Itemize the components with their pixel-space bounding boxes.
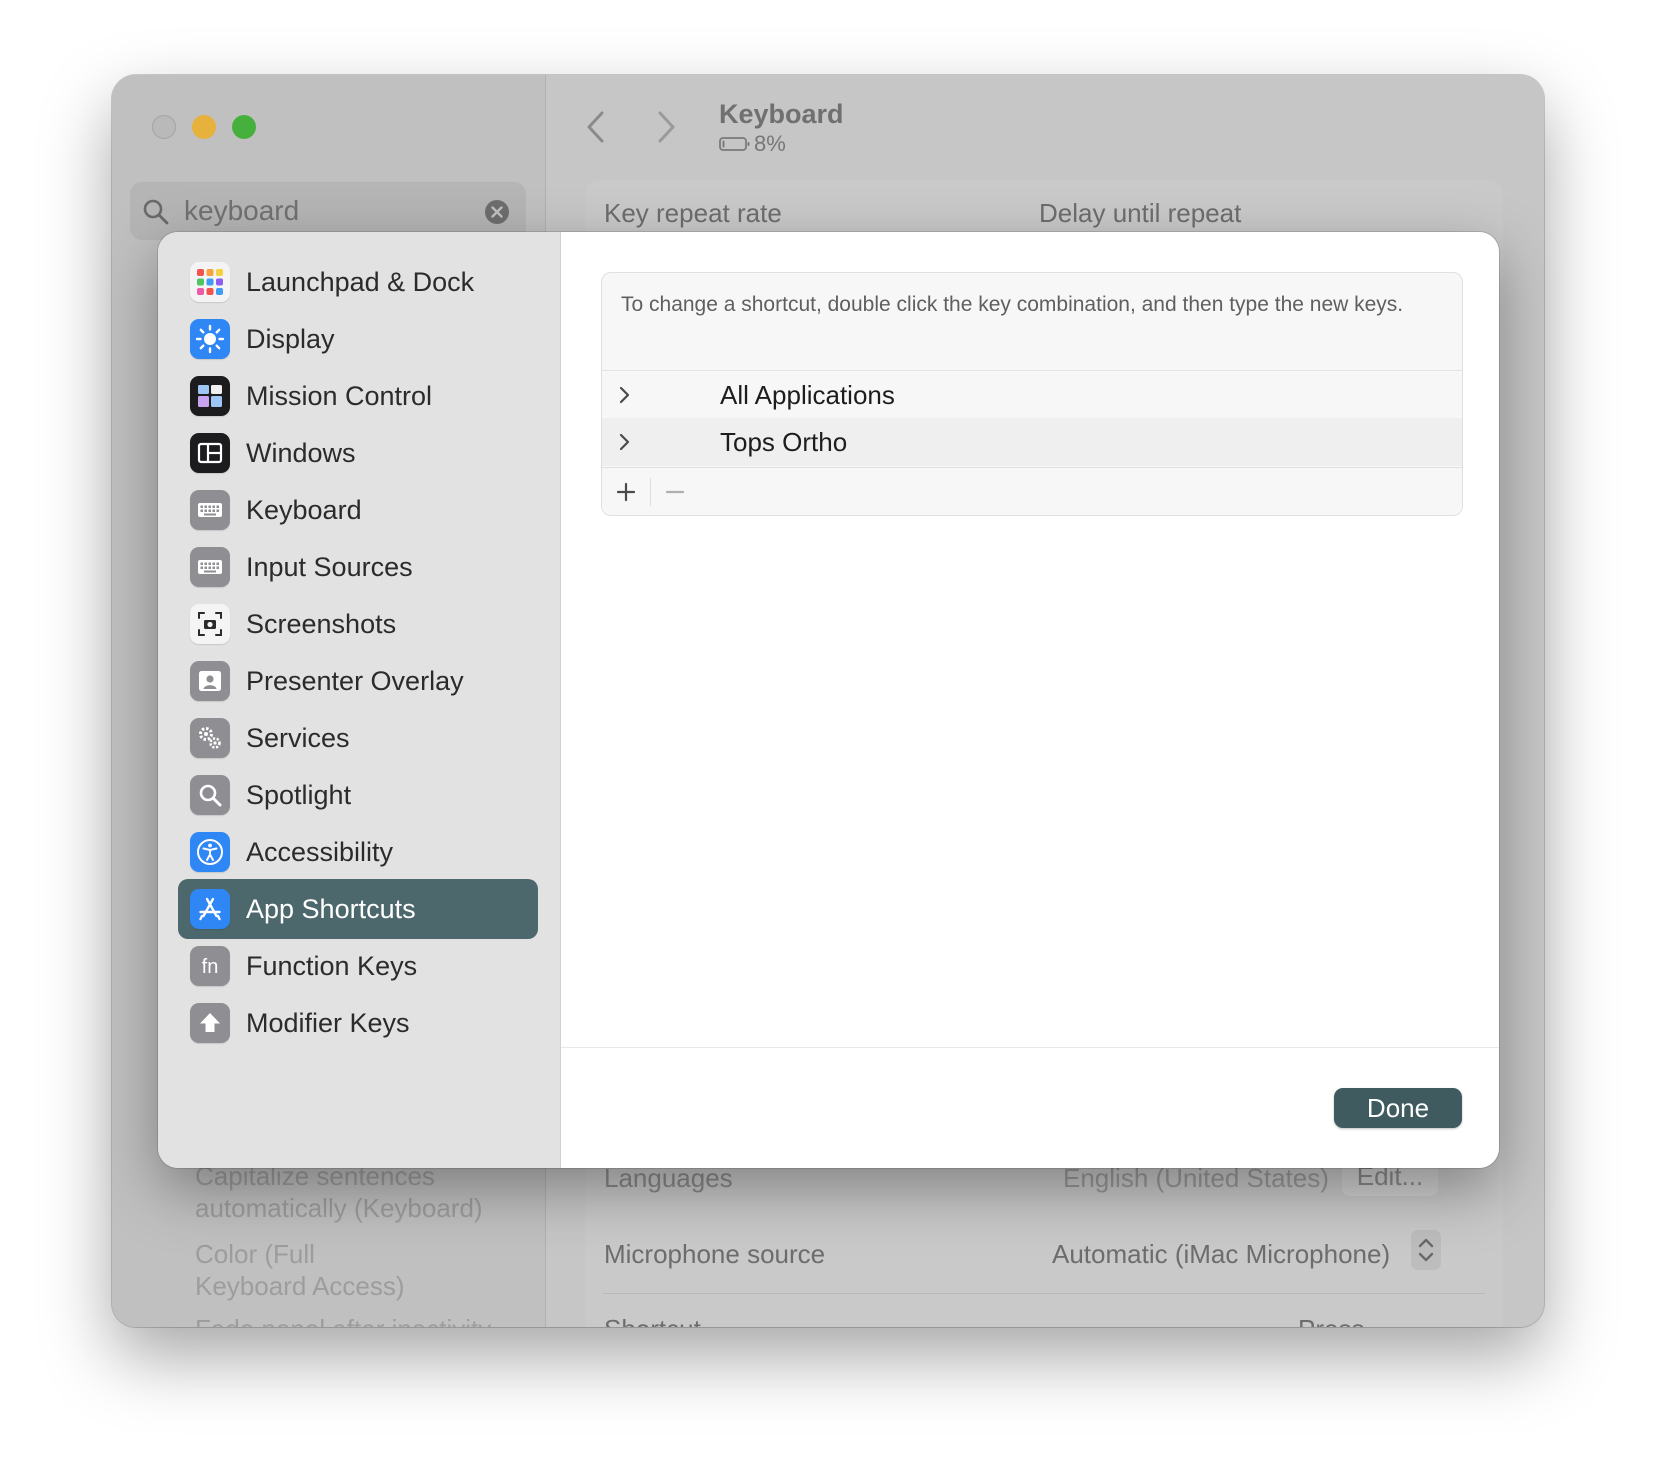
windows-icon — [190, 433, 230, 473]
minimize-window-button[interactable] — [192, 115, 216, 139]
keyboard-icon — [190, 490, 230, 530]
sidebar-item-label: Keyboard — [246, 494, 362, 525]
chevron-right-icon[interactable] — [614, 385, 634, 405]
search-result-text: Keyboard Access) — [195, 1271, 405, 1301]
add-shortcut-button[interactable] — [602, 468, 650, 515]
sidebar-item-display[interactable]: Display — [178, 309, 538, 369]
zoom-window-button[interactable] — [232, 115, 256, 139]
sidebar-item-label: Function Keys — [246, 950, 418, 981]
sidebar-item-label: Accessibility — [246, 836, 394, 867]
microphone-source-stepper[interactable] — [1411, 1230, 1441, 1270]
minus-icon — [665, 490, 685, 494]
remove-shortcut-button[interactable] — [651, 468, 699, 515]
sidebar-item-screenshots[interactable]: Screenshots — [178, 594, 538, 654]
keyboard-shortcuts-sheet: Launchpad & Dock Display Mission Control… — [158, 232, 1499, 1168]
forward-chevron-icon[interactable] — [654, 109, 678, 145]
svg-text:fn: fn — [202, 956, 219, 978]
sidebar-item-label: Spotlight — [246, 779, 352, 810]
display-icon — [190, 319, 230, 359]
battery-status: 8% — [719, 131, 786, 157]
sidebar-item-services[interactable]: Services — [178, 708, 538, 768]
shortcut-label: Shortcut — [604, 1314, 701, 1327]
sidebar-item-label: Presenter Overlay — [246, 665, 464, 696]
sidebar-item-label: Windows — [246, 437, 356, 468]
input-sources-icon — [190, 547, 230, 587]
sidebar-item-mission-control[interactable]: Mission Control — [178, 366, 538, 426]
launchpad-dock-icon — [190, 262, 230, 302]
modifier-keys-icon — [190, 1003, 230, 1043]
chevron-right-icon[interactable] — [614, 432, 634, 452]
sidebar-item-label: Launchpad & Dock — [246, 266, 475, 297]
mission-control-icon — [190, 376, 230, 416]
footer-divider — [561, 1047, 1499, 1048]
function-keys-icon: fn — [190, 946, 230, 986]
sidebar-item-label: Mission Control — [246, 380, 433, 411]
sidebar-item-spotlight[interactable]: Spotlight — [178, 765, 538, 825]
accessibility-icon — [190, 832, 230, 872]
screenshots-icon — [190, 604, 230, 644]
sidebar-item-label: Screenshots — [246, 608, 397, 639]
shortcuts-category-sidebar: Launchpad & Dock Display Mission Control… — [158, 232, 561, 1168]
shortcut-group-row[interactable]: Tops Ortho — [602, 418, 1462, 466]
plus-icon — [616, 482, 636, 502]
sidebar-item-accessibility[interactable]: Accessibility — [178, 822, 538, 882]
search-result-text: Fade panel after inactivity — [195, 1313, 491, 1327]
sidebar-item-input-sources[interactable]: Input Sources — [178, 537, 538, 597]
back-chevron-icon[interactable] — [584, 109, 608, 145]
sidebar-item-function-keys[interactable]: fn Function Keys — [178, 936, 538, 996]
key-repeat-rate-label: Key repeat rate — [604, 198, 782, 228]
spotlight-icon — [190, 775, 230, 815]
list-toolbar — [602, 467, 1462, 515]
done-button[interactable]: Done — [1334, 1088, 1462, 1128]
battery-percent: 8% — [754, 131, 786, 156]
page-title: Keyboard — [719, 99, 844, 129]
shortcut-group-label: All Applications — [720, 379, 895, 410]
microphone-source-value[interactable]: Automatic (iMac Microphone) — [1052, 1239, 1390, 1270]
search-result-text: automatically (Keyboard) — [195, 1193, 483, 1223]
sidebar-item-label: Input Sources — [246, 551, 413, 582]
sidebar-item-modifier-keys[interactable]: Modifier Keys — [178, 993, 538, 1053]
sidebar-item-keyboard[interactable]: Keyboard — [178, 480, 538, 540]
services-icon — [190, 718, 230, 758]
sidebar-item-label: Services — [246, 722, 350, 753]
shortcut-value[interactable]: Press — [1298, 1314, 1364, 1327]
search-icon — [143, 199, 169, 225]
shortcuts-list-box: To change a shortcut, double click the k… — [601, 272, 1463, 516]
sidebar-item-launchpad-dock[interactable]: Launchpad & Dock — [178, 252, 538, 312]
presenter-overlay-icon — [190, 661, 230, 701]
sidebar-item-label: Modifier Keys — [246, 1007, 410, 1038]
row-divider — [603, 1293, 1485, 1294]
sidebar-item-presenter-overlay[interactable]: Presenter Overlay — [178, 651, 538, 711]
search-input[interactable]: keyboard — [184, 195, 299, 227]
sidebar-item-app-shortcuts[interactable]: App Shortcuts — [178, 879, 538, 939]
shortcut-instructions: To change a shortcut, double click the k… — [621, 293, 1404, 316]
updown-chevron-icon — [1418, 1238, 1434, 1262]
close-window-button[interactable] — [152, 115, 176, 139]
shortcuts-content-pane: To change a shortcut, double click the k… — [561, 232, 1499, 1168]
app-shortcuts-icon — [190, 889, 230, 929]
shortcut-group-row[interactable]: All Applications — [602, 370, 1462, 419]
battery-icon — [719, 137, 750, 151]
delay-until-repeat-label: Delay until repeat — [1039, 198, 1242, 228]
search-result-text: Color (Full — [195, 1239, 315, 1269]
microphone-source-label: Microphone source — [604, 1239, 826, 1269]
clear-search-icon[interactable] — [484, 199, 510, 225]
sidebar-item-label: App Shortcuts — [246, 893, 416, 924]
sidebar-item-windows[interactable]: Windows — [178, 423, 538, 483]
shortcut-group-label: Tops Ortho — [720, 426, 848, 457]
sidebar-item-label: Display — [246, 323, 335, 354]
